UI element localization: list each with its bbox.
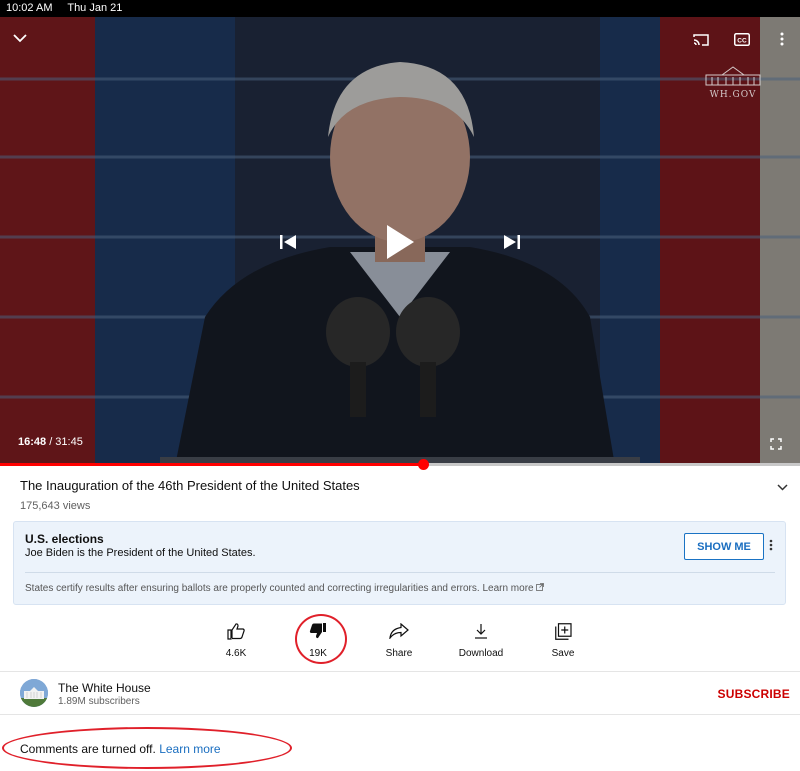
previous-icon[interactable] (277, 232, 299, 252)
info-learn-more-link[interactable]: Learn more (482, 583, 533, 594)
divider (0, 671, 800, 672)
collapse-chevron-icon[interactable] (10, 29, 30, 47)
fullscreen-icon[interactable] (767, 435, 785, 453)
watermark-text: WH.GOV (709, 90, 757, 100)
show-me-button[interactable]: SHOW ME (684, 533, 764, 560)
dislike-annotation-circle (295, 614, 347, 664)
like-count: 4.6K (225, 648, 247, 659)
share-label: Share (385, 648, 413, 659)
channel-avatar[interactable] (20, 679, 48, 707)
divider (0, 714, 800, 715)
video-details: The Inauguration of the 46th President o… (20, 478, 790, 512)
duration: / 31:45 (46, 436, 83, 448)
info-divider (25, 572, 775, 573)
more-vert-icon[interactable] (774, 31, 790, 47)
like-icon (201, 620, 271, 642)
channel-row[interactable]: The White House 1.89M subscribers SUBSCR… (20, 679, 790, 709)
share-button[interactable]: Share (364, 620, 434, 659)
watermark: WH.GOV (702, 63, 764, 100)
info-footer-text: States certify results after ensuring ba… (25, 583, 480, 594)
time-display: 16:48 / 31:45 (18, 436, 83, 448)
action-bar: 4.6K 19K Share Download Save (0, 620, 800, 668)
download-button[interactable]: Download (446, 620, 516, 659)
status-date: Thu Jan 21 (67, 2, 123, 14)
progress-bar[interactable] (0, 459, 800, 470)
info-footer: States certify results after ensuring ba… (25, 583, 545, 594)
info-more-icon[interactable] (769, 538, 773, 556)
progress-fill (0, 463, 424, 466)
captions-icon[interactable]: CC (733, 31, 751, 47)
channel-name[interactable]: The White House (58, 681, 151, 695)
captions-label: CC (737, 37, 747, 44)
status-bar: 10:02 AM Thu Jan 21 (0, 0, 800, 17)
save-button[interactable]: Save (528, 620, 598, 659)
next-icon[interactable] (501, 232, 523, 252)
election-info-panel: U.S. elections Joe Biden is the Presiden… (13, 521, 786, 605)
scrubber-handle[interactable] (418, 459, 430, 470)
comments-annotation-circle (2, 727, 292, 769)
status-time: 10:02 AM (6, 2, 53, 14)
expand-chevron-icon[interactable] (777, 478, 788, 496)
subscriber-count: 1.89M subscribers (58, 696, 140, 707)
like-button[interactable]: 4.6K (201, 620, 271, 659)
share-icon (364, 620, 434, 642)
video-player[interactable]: CC WH.GOV 16:48 / 31:45 (0, 17, 800, 466)
download-icon (446, 620, 516, 642)
subscribe-button[interactable]: SUBSCRIBE (718, 687, 790, 701)
view-count: 175,643 views (20, 500, 91, 512)
current-time: 16:48 (18, 436, 47, 448)
info-subtext: Joe Biden is the President of the United… (25, 547, 256, 559)
info-heading: U.S. elections (25, 532, 104, 546)
cast-icon[interactable] (690, 31, 712, 49)
video-title: The Inauguration of the 46th President o… (20, 478, 360, 493)
external-link-icon (536, 583, 545, 591)
save-icon (528, 620, 598, 642)
download-label: Download (458, 648, 504, 659)
save-label: Save (551, 648, 575, 659)
play-icon[interactable] (380, 221, 420, 263)
white-house-icon (705, 66, 761, 86)
